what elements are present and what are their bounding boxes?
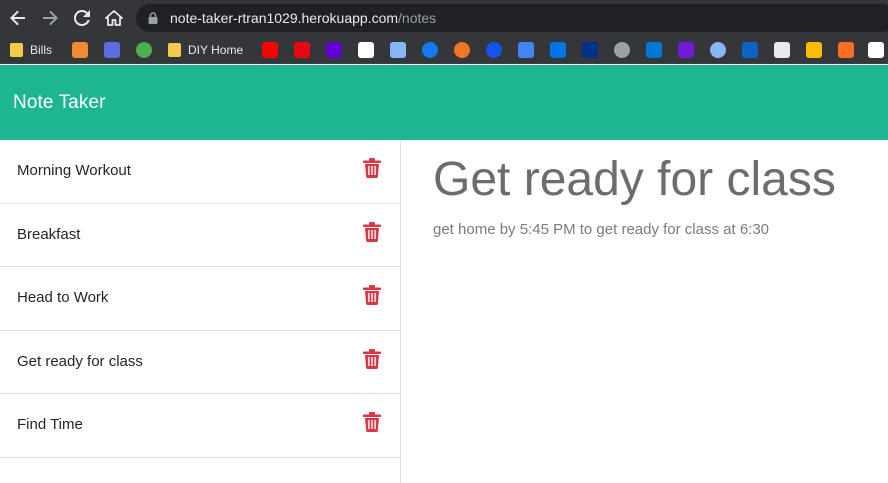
note-text-area[interactable]: get home by 5:45 PM to get ready for cla…: [433, 221, 769, 238]
bookmark-item[interactable]: [742, 42, 758, 58]
flag-icon: [390, 42, 406, 58]
app-title[interactable]: Note Taker: [13, 92, 106, 114]
bookmark-item[interactable]: [582, 42, 598, 58]
address-bar[interactable]: note-taker-rtran1029.herokuapp.com/notes: [136, 4, 888, 32]
amazon-icon: [358, 42, 374, 58]
bookmark-item[interactable]: [262, 42, 278, 58]
bookmark-icon: [868, 42, 884, 58]
bookmark-item[interactable]: [868, 42, 884, 58]
browser-toolbar: note-taker-rtran1029.herokuapp.com/notes: [0, 0, 888, 36]
home-button[interactable]: [102, 6, 126, 30]
game-icon: [104, 42, 120, 58]
bookmark-item[interactable]: [774, 42, 790, 58]
bookmark-item[interactable]: [104, 42, 120, 58]
reload-button[interactable]: [70, 6, 94, 30]
reload-icon: [74, 10, 90, 26]
note-list-item[interactable]: Morning Workout: [0, 140, 400, 204]
bookmark-item[interactable]: [326, 42, 342, 58]
gitlab-icon: [838, 42, 854, 58]
folder-icon: [10, 43, 23, 57]
trash-icon[interactable]: [363, 158, 381, 178]
url-text: note-taker-rtran1029.herokuapp.com/notes: [170, 10, 436, 26]
trash-icon[interactable]: [363, 412, 381, 432]
bookmark-item[interactable]: [614, 42, 630, 58]
bookmark-label: Bills: [30, 43, 53, 57]
url-path: /notes: [398, 10, 437, 26]
note-list-item[interactable]: Breakfast: [0, 204, 400, 267]
paypal-icon: [582, 42, 598, 58]
note-title-input[interactable]: Get ready for class: [433, 150, 836, 210]
outlook-icon: [646, 42, 662, 58]
note-list-item[interactable]: Get ready for class: [0, 331, 400, 394]
tree-icon: [136, 42, 152, 58]
bookmark-item[interactable]: [518, 42, 534, 58]
zelle-icon: [678, 42, 694, 58]
note-list-item-title: Head to Work: [17, 289, 109, 306]
bookmark-item[interactable]: [136, 42, 152, 58]
bookmark-item[interactable]: [646, 42, 662, 58]
coinbase-icon: [486, 42, 502, 58]
bookmark-item[interactable]: [72, 42, 88, 58]
squares-icon: [518, 42, 534, 58]
bookmark-item[interactable]: [454, 42, 470, 58]
bookmark-item[interactable]: [838, 42, 854, 58]
bookmark-item[interactable]: [486, 42, 502, 58]
linkedin-icon: [742, 42, 758, 58]
forward-arrow-icon: [43, 10, 58, 26]
zillow-icon: [550, 42, 566, 58]
github-icon: [774, 42, 790, 58]
facebook-icon: [422, 42, 438, 58]
bookmark-item[interactable]: [806, 42, 822, 58]
note-view: Get ready for class get home by 5:45 PM …: [402, 140, 888, 483]
note-list-item-title: Morning Workout: [17, 162, 131, 179]
bookmarks-bar: Bills DIY Home: [0, 36, 888, 64]
note-list-item[interactable]: Head to Work: [0, 267, 400, 331]
note-list: Morning Workout Breakfast Head to Work Get …: [0, 140, 401, 483]
note-list-item-title: Find Time: [17, 416, 83, 433]
folder-icon: [168, 43, 181, 57]
chromecast-icon: [710, 42, 726, 58]
bookmark-item[interactable]: Bills: [10, 42, 52, 58]
url-host: note-taker-rtran1029.herokuapp.com: [170, 10, 399, 26]
bookmark-item[interactable]: [358, 42, 374, 58]
lock-icon: [148, 12, 158, 24]
trash-icon[interactable]: [363, 348, 381, 369]
crunchyroll-icon: [454, 42, 470, 58]
back-arrow-icon: [10, 10, 25, 26]
youtube-icon: [262, 42, 278, 58]
trash-icon[interactable]: [363, 221, 381, 242]
back-button[interactable]: [6, 6, 30, 30]
bookmark-item[interactable]: [710, 42, 726, 58]
bookmark-item[interactable]: [390, 42, 406, 58]
bookmark-label: DIY Home: [188, 43, 244, 57]
bookmark-item[interactable]: DIY Home: [168, 42, 243, 58]
bookmark-item[interactable]: [422, 42, 438, 58]
bee-icon: [806, 42, 822, 58]
netflix-icon: [294, 42, 310, 58]
app-navbar: Note Taker: [0, 65, 888, 140]
globe-icon: [614, 42, 630, 58]
bookmark-item[interactable]: [550, 42, 566, 58]
bookmark-item[interactable]: [294, 42, 310, 58]
home-icon: [105, 10, 123, 26]
forward-button[interactable]: [38, 6, 62, 30]
note-list-item[interactable]: Find Time: [0, 394, 400, 458]
yahoo-icon: [326, 42, 342, 58]
bookmark-item[interactable]: [678, 42, 694, 58]
note-list-item-title: Breakfast: [17, 225, 81, 243]
note-list-item-title: Get ready for class: [17, 352, 143, 370]
rainbow-icon: [72, 42, 88, 58]
trash-icon[interactable]: [363, 285, 381, 305]
